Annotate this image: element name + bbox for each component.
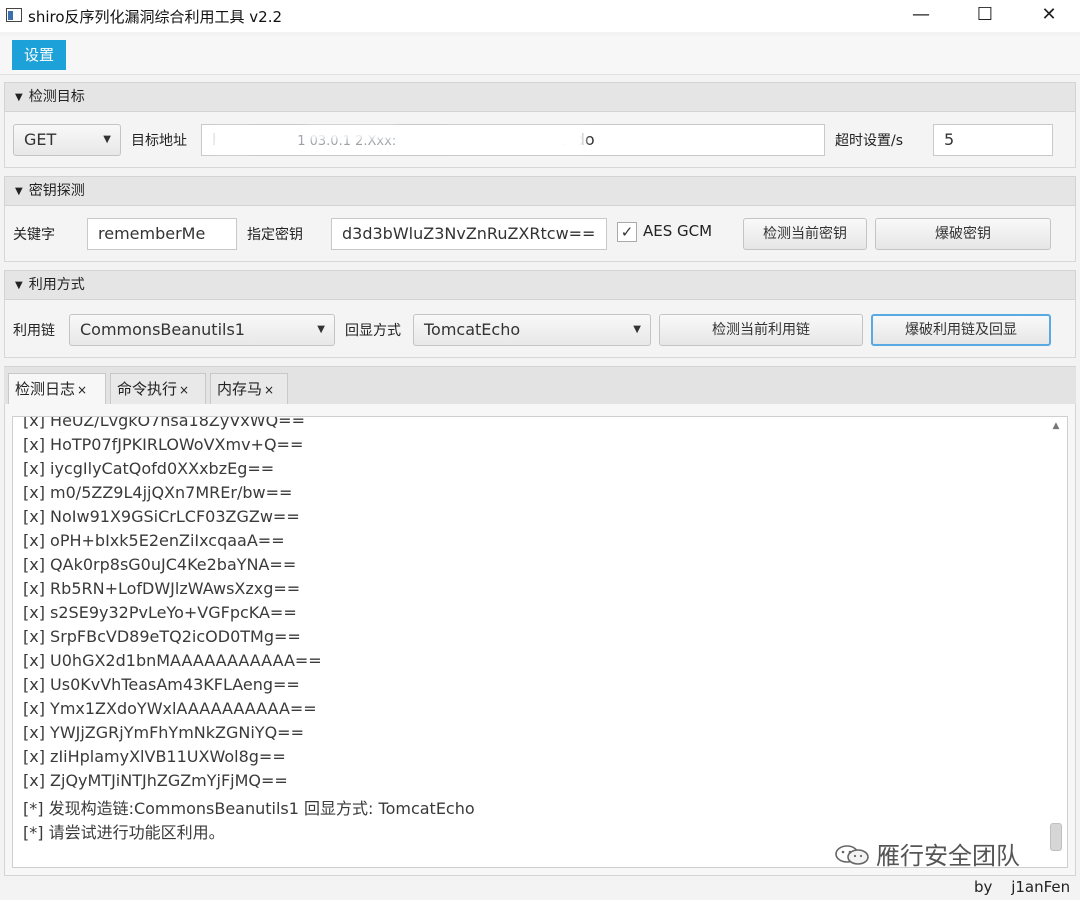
tab-label: 内存马: [217, 380, 263, 398]
target-section-title: 检测目标: [28, 89, 85, 105]
log-line: [x] U0hGX2d1bnMAAAAAAAAAAA==: [23, 651, 322, 670]
watermark: 雁行安全团队: [834, 836, 1020, 871]
collapse-triangle-icon: ▼: [15, 280, 23, 291]
aes-gcm-label: AES GCM: [643, 222, 713, 240]
scroll-up-icon[interactable]: ▲: [1049, 421, 1063, 431]
redaction-blur: [305, 127, 395, 139]
collapse-triangle-icon: ▼: [15, 186, 23, 197]
footer-by: by: [974, 878, 993, 896]
tab-label: 检测日志: [15, 380, 76, 398]
echo-select[interactable]: TomcatEcho ▼: [413, 314, 651, 346]
log-line: [x] SrpFBcVD89eTQ2icOD0TMg==: [23, 627, 301, 646]
key-section-body: 关键字 rememberMe 指定密钥 d3d3bWluZ3NvZnRuZXRt…: [4, 206, 1076, 262]
log-line: [x] s2SE9y32PvLeYo+VGFpcKA==: [23, 603, 297, 622]
log-line: [x] iycgIlyCatQofd0XXxbzEg==: [23, 459, 275, 478]
log-line: [x] QAk0rp8sG0uJC4Ke2baYNA==: [23, 555, 297, 574]
log-line: [x] YWJjZGRjYmFhYmNkZGNiYQ==: [23, 723, 304, 742]
log-line: [x] Rb5RN+LofDWJlzWAwsXzxg==: [23, 579, 301, 598]
window-title: shiro反序列化漏洞综合利用工具 v2.2: [28, 8, 283, 26]
keyword-input[interactable]: rememberMe: [87, 218, 237, 250]
menu-bar: 设置: [0, 36, 1080, 75]
log-line: [x] ZjQyMTJiNTJhZGZmYjFjMQ==: [23, 771, 288, 790]
tab-strip: 检测日志 × 命令执行 × 内存马 ×: [4, 366, 1076, 406]
chevron-down-icon: ▼: [633, 324, 641, 335]
scroll-thumb[interactable]: [1050, 823, 1062, 851]
tab-detect-log[interactable]: 检测日志 ×: [8, 373, 106, 406]
key-section-header[interactable]: ▼ 密钥探测: [4, 176, 1076, 206]
log-line: [x] zIiHplamyXlVB11UXWol8g==: [23, 747, 286, 766]
key-section-title: 密钥探测: [28, 183, 85, 199]
close-window-button[interactable]: ✕: [1022, 0, 1076, 32]
key-label: 指定密钥: [247, 227, 303, 243]
wechat-icon: [834, 844, 870, 866]
timeout-label: 超时设置/s: [835, 133, 904, 149]
tab-label: 命令执行: [117, 380, 178, 398]
aes-gcm-checkbox[interactable]: ✓: [617, 222, 637, 242]
chain-label: 利用链: [13, 323, 55, 339]
exploit-section-body: 利用链 CommonsBeanutils1 ▼ 回显方式 TomcatEcho …: [4, 300, 1076, 358]
echo-value: TomcatEcho: [424, 320, 521, 339]
redaction-blur: [211, 128, 251, 152]
collapse-triangle-icon: ▼: [15, 92, 23, 103]
log-line: [x] NoIw91X9GSiCrLCF03ZGZw==: [23, 507, 300, 526]
log-line: [x] oPH+bIxk5E2enZiIxcqaaA==: [23, 531, 285, 550]
brute-chain-button[interactable]: 爆破利用链及回显: [871, 314, 1051, 346]
maximize-button[interactable]: ☐: [958, 0, 1012, 32]
log-line: [x] m0/5ZZ9L4jjQXn7MREr/bw==: [23, 483, 293, 502]
close-icon[interactable]: ×: [77, 383, 87, 397]
echo-label: 回显方式: [345, 323, 401, 339]
log-line: [*] 请尝试进行功能区利用。: [23, 823, 225, 842]
log-line: [x] HeUZ/LvgkO7nsa18ZyVxWQ==: [23, 416, 305, 430]
log-line: [x] Ymx1ZXdoYWxlAAAAAAAAAA==: [23, 699, 317, 718]
app-icon: [6, 8, 22, 22]
target-section-header[interactable]: ▼ 检测目标: [4, 82, 1076, 112]
log-line: [*] 发现构造链:CommonsBeanutils1 回显方式: Tomcat…: [23, 799, 475, 818]
detect-key-button[interactable]: 检测当前密钥: [743, 218, 867, 250]
close-icon[interactable]: ×: [264, 383, 274, 397]
watermark-text: 雁行安全团队: [876, 842, 1020, 870]
brute-key-button[interactable]: 爆破密钥: [875, 218, 1051, 250]
settings-menu[interactable]: 设置: [12, 40, 66, 70]
exploit-section-title: 利用方式: [28, 277, 85, 293]
chain-value: CommonsBeanutils1: [80, 320, 245, 339]
redaction-blur: [445, 128, 585, 150]
method-select[interactable]: GET ▼: [13, 124, 121, 156]
close-icon[interactable]: ×: [179, 383, 189, 397]
footer-author: j1anFen: [1011, 878, 1071, 896]
key-input[interactable]: d3d3bWluZ3NvZnRuZXRtcw==: [331, 218, 607, 250]
chevron-down-icon: ▼: [317, 324, 325, 335]
log-line: [x] HoTP07fJPKIRLOWoVXmv+Q==: [23, 435, 304, 454]
chain-select[interactable]: CommonsBeanutils1 ▼: [69, 314, 335, 346]
minimize-button[interactable]: —: [894, 0, 948, 32]
footer-credit: by j1anFen: [974, 878, 1070, 896]
method-value: GET: [24, 130, 57, 149]
url-label: 目标地址: [131, 133, 187, 149]
log-line: [x] Us0KvVhTeasAm43KFLAeng==: [23, 675, 300, 694]
tab-memory-shell[interactable]: 内存马 ×: [210, 373, 288, 405]
chevron-down-icon: ▼: [103, 134, 111, 145]
keyword-label: 关键字: [13, 227, 55, 243]
exploit-section-header[interactable]: ▼ 利用方式: [4, 270, 1076, 300]
title-bar: shiro反序列化漏洞综合利用工具 v2.2 — ☐ ✕: [0, 0, 1080, 32]
log-scrollbar[interactable]: ▲: [1049, 419, 1063, 865]
tab-command-exec[interactable]: 命令执行 ×: [110, 373, 206, 405]
log-output[interactable]: [x] HeUZ/LvgkO7nsa18ZyVxWQ== [x] HoTP07f…: [12, 416, 1068, 868]
detect-chain-button[interactable]: 检测当前利用链: [659, 314, 863, 346]
timeout-input[interactable]: 5: [933, 124, 1053, 156]
target-section-body: GET ▼ 目标地址 h 1 03.0.1 2.Xxx: s.do 超时设置/s…: [4, 112, 1076, 168]
